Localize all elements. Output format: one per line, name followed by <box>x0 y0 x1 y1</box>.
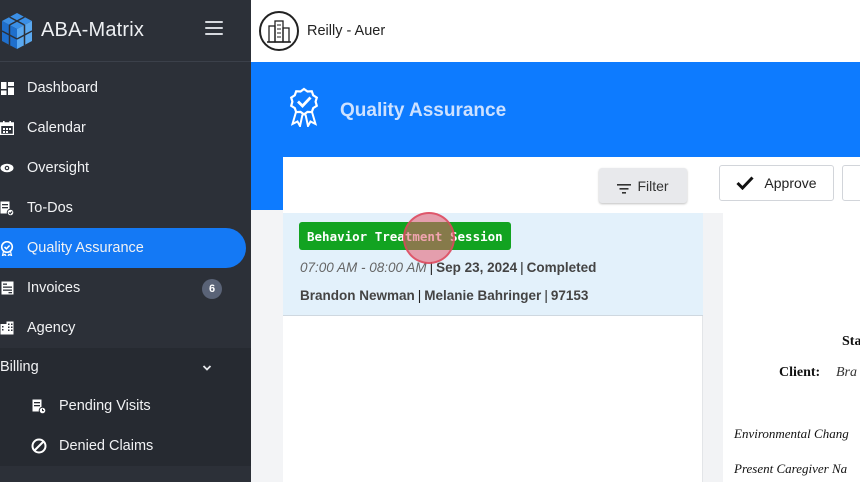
sidebar-item-label: Agency <box>27 320 76 336</box>
sidebar-item-denied-claims[interactable]: Denied Claims <box>0 426 251 466</box>
cube-logo-icon <box>0 11 34 51</box>
approve-label: Approve <box>764 175 817 191</box>
separator: | <box>520 260 524 275</box>
separator: | <box>544 288 548 303</box>
todo-icon <box>0 201 14 216</box>
filter-icon <box>617 181 632 194</box>
sidebar-item-label: Quality Assurance <box>27 240 144 256</box>
sidebar-item-label: Calendar <box>27 120 86 136</box>
chevron-down-icon <box>202 361 212 371</box>
sidebar-item-label: Oversight <box>27 160 90 176</box>
session-list: Behavior Treatment Session 07:00 AM - 08… <box>283 213 703 482</box>
sidebar-item-agency[interactable]: Agency <box>0 308 251 348</box>
calendar-icon <box>0 121 14 135</box>
invoice-icon <box>0 281 14 295</box>
org-name[interactable]: Reilly - Auer <box>307 23 385 39</box>
approve-button[interactable]: Approve <box>719 165 834 201</box>
hamburger-menu-icon[interactable] <box>205 21 223 35</box>
sidebar-item-label: To-Dos <box>27 200 73 216</box>
session-time: 07:00 AM - 08:00 AM <box>300 260 427 275</box>
sidebar-section-billing[interactable]: Billing <box>0 348 251 386</box>
badge-check-icon <box>0 240 14 256</box>
doc-status-label: Sta <box>842 334 860 349</box>
filter-button[interactable]: Filter <box>599 168 687 203</box>
org-avatar[interactable] <box>259 11 299 51</box>
separator: | <box>429 260 434 275</box>
filter-label: Filter <box>637 177 669 194</box>
dashboard-icon <box>0 81 14 95</box>
session-status: Completed <box>526 260 597 275</box>
qa-toolbar: Filter Approve <box>283 157 860 213</box>
session-meta: 07:00 AM - 08:00 AM | Sep 23, 2024 | Complet… <box>300 260 596 275</box>
qa-card: Filter Approve Behavior Treatment Sessio… <box>283 157 860 482</box>
brand-header: ABA-Matrix <box>0 0 251 62</box>
sidebar-item-label: Denied Claims <box>59 438 154 454</box>
session-provider: Melanie Bahringer <box>424 288 542 303</box>
session-client: Brandon Newman <box>300 288 415 303</box>
invoices-count-badge: 6 <box>202 279 222 299</box>
app-name: ABA-Matrix <box>41 19 145 41</box>
session-list-item[interactable]: Behavior Treatment Session 07:00 AM - 08… <box>283 213 703 316</box>
session-code: 97153 <box>550 288 589 303</box>
doc-client-value: Bra <box>836 365 857 380</box>
doc-client-label: Client: <box>779 365 821 380</box>
sidebar-item-dashboard[interactable]: Dashboard <box>0 68 251 108</box>
sidebar-item-label: Dashboard <box>27 80 98 96</box>
session-type-tag: Behavior Treatment Session <box>299 222 511 250</box>
sidebar-nav: Dashboard Calendar Oversight To-Dos Qual… <box>0 62 251 348</box>
sidebar-item-label: Pending Visits <box>59 398 151 414</box>
doc-caregiver-label: Present Caregiver Na <box>734 461 848 476</box>
document-preview: Sta Client: Bra Environmental Chang Pres… <box>703 213 860 482</box>
doc-environmental-label: Environmental Chang <box>734 426 849 441</box>
check-icon <box>736 176 755 191</box>
session-date: Sep 23, 2024 <box>436 260 518 275</box>
building-icon <box>0 321 14 335</box>
quality-badge-icon <box>286 87 322 129</box>
sidebar-item-todos[interactable]: To-Dos <box>0 188 251 228</box>
page-title: Quality Assurance <box>340 100 507 121</box>
toolbar-button-partial[interactable] <box>842 165 860 201</box>
pending-icon <box>31 398 47 414</box>
top-bar: Reilly - Auer <box>251 0 860 62</box>
document-margin <box>703 213 723 482</box>
session-people: Brandon Newman | Melanie Bahringer | 97153 <box>300 288 588 303</box>
section-label: Billing <box>0 359 39 375</box>
eye-icon <box>0 161 14 175</box>
sidebar-item-invoices[interactable]: Invoices 6 <box>0 268 251 308</box>
sidebar-item-calendar[interactable]: Calendar <box>0 108 251 148</box>
sidebar-item-label: Invoices <box>27 280 81 296</box>
separator: | <box>417 288 422 303</box>
sidebar-item-quality-assurance[interactable]: Quality Assurance <box>0 228 246 268</box>
sidebar-item-oversight[interactable]: Oversight <box>0 148 251 188</box>
sidebar-item-pending-visits[interactable]: Pending Visits <box>0 386 251 426</box>
sidebar: ABA-Matrix Dashboard Calendar Oversight <box>0 0 251 482</box>
denied-icon <box>31 438 47 454</box>
